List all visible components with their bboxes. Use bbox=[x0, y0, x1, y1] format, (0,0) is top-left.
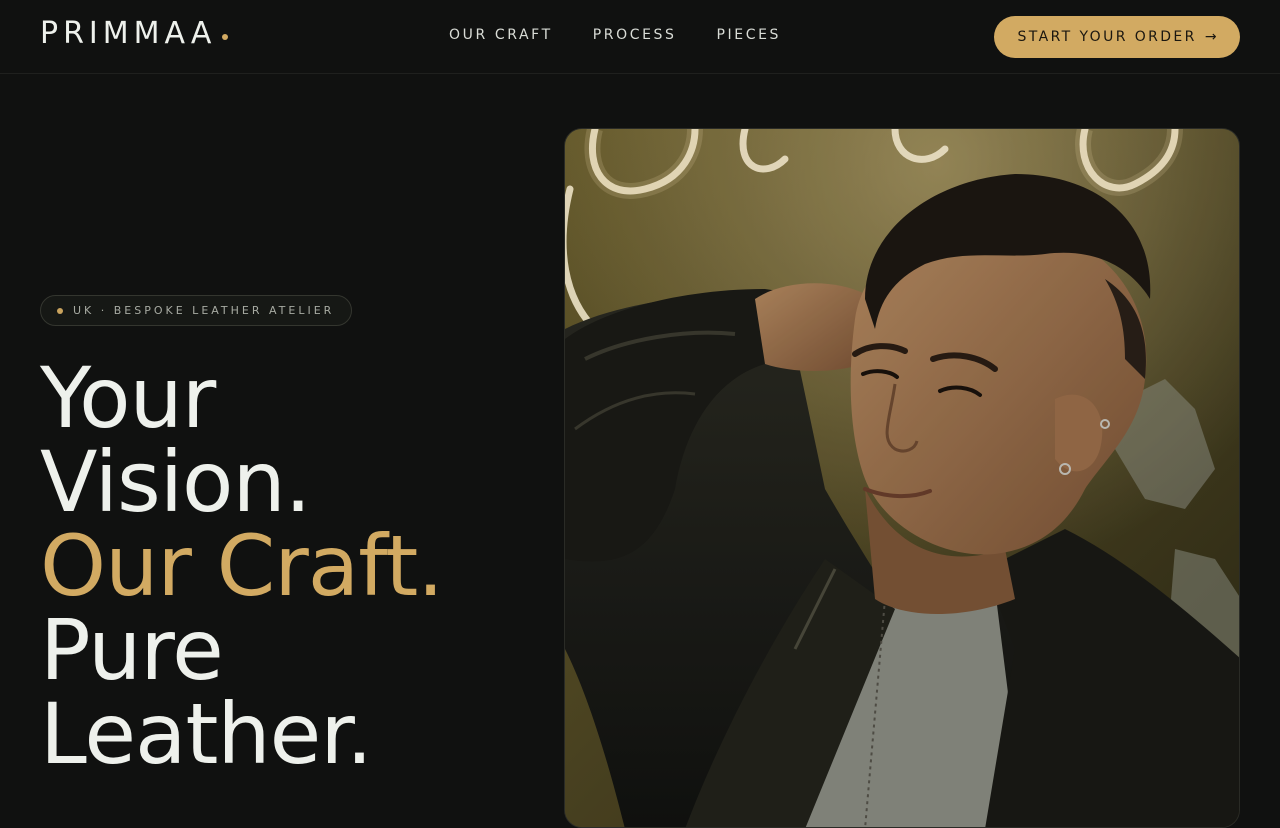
headline-line-4: Pure bbox=[40, 601, 224, 699]
nav-item-pieces[interactable]: PIECES bbox=[717, 27, 782, 43]
start-order-label: START YOUR ORDER bbox=[1017, 29, 1197, 45]
headline-line-5: Leather. bbox=[40, 685, 373, 783]
hero-headline: Your Vision. Our Craft. Pure Leather. bbox=[40, 349, 444, 783]
headline-line-1: Your bbox=[40, 349, 216, 447]
badge-dot-icon bbox=[57, 307, 63, 314]
headline-line-2: Vision. bbox=[40, 433, 311, 531]
model-leather-jacket-image bbox=[565, 129, 1239, 827]
nav-item-process[interactable]: PROCESS bbox=[593, 27, 677, 43]
headline-line-3-accent: Our Craft. bbox=[40, 517, 444, 615]
hero-photo bbox=[564, 128, 1240, 828]
location-badge: UK · BESPOKE LEATHER ATELIER bbox=[40, 295, 353, 326]
nav-item-our-craft[interactable]: OUR CRAFT bbox=[449, 27, 553, 43]
start-order-button[interactable]: START YOUR ORDER → bbox=[994, 16, 1240, 58]
brand-dot-icon bbox=[222, 33, 229, 40]
brand-logo[interactable]: PRIMMAA bbox=[40, 16, 229, 51]
badge-label: UK · BESPOKE LEATHER ATELIER bbox=[73, 304, 335, 317]
site-header: PRIMMAA OUR CRAFT PROCESS PIECES START Y… bbox=[0, 0, 1280, 74]
brand-name: PRIMMAA bbox=[40, 16, 217, 51]
main-nav: OUR CRAFT PROCESS PIECES bbox=[449, 27, 781, 43]
arrow-right-icon: → bbox=[1204, 29, 1217, 45]
